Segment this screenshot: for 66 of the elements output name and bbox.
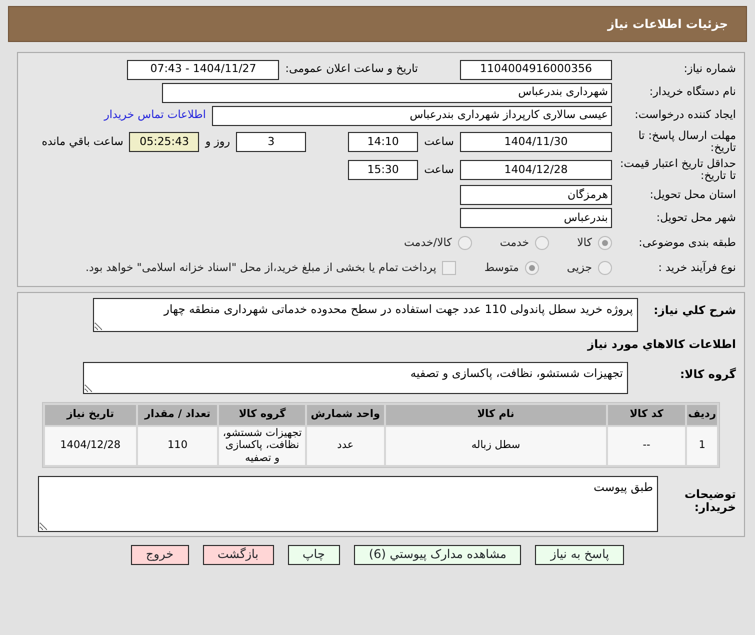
section-title: اطلاعات کالاهاي مورد نياز <box>586 336 736 354</box>
table-cell: تجهیزات شستشو، نظافت، پاکسازی و تصفیه <box>219 426 306 465</box>
option-label: متوسط <box>484 260 519 276</box>
field-label: شماره نیاز: <box>682 63 736 76</box>
contact-link[interactable]: اطلاعات تماس خریدار <box>104 107 206 124</box>
column-header: تعداد / مقدار <box>138 404 218 425</box>
action-button[interactable]: پاسخ به نیاز <box>535 544 624 565</box>
field-label: نوع فرآیند خرید : <box>657 262 736 274</box>
field-label: شهر محل تحویل: <box>655 212 736 224</box>
field-label: ساعت <box>424 162 454 178</box>
days-field[interactable]: 3 <box>236 132 306 152</box>
option-label: خدمت <box>500 234 530 251</box>
radio-button[interactable] <box>524 260 539 275</box>
field-label: گروه کالا: <box>679 366 736 382</box>
action-button[interactable]: مشاهده مدارک پیوستي (6) <box>354 544 522 565</box>
radio-button[interactable] <box>458 236 472 250</box>
radio-button[interactable] <box>598 236 612 250</box>
field-label: تاریخ و ساعت اعلان عمومی: <box>285 61 418 78</box>
column-header: تاریخ نیاز <box>45 404 136 425</box>
deadline-date-field[interactable]: 1404/11/30 <box>460 132 612 152</box>
field-label: ساعت باقي مانده <box>42 134 124 150</box>
table-cell: 1 <box>687 426 717 465</box>
validity-time-field[interactable]: 15:30 <box>348 160 418 180</box>
field-label: ساعت <box>424 134 454 150</box>
description-field[interactable]: پروژه خرید سطل پاندولی 110 عدد جهت استفاده در سطح محدوده خدماتی شهرداری منطقه چهار <box>93 298 638 332</box>
payment-note: پرداخت تمام یا بخشی از مبلغ خرید،از محل "اسناد خزانه اسلامی" خواهد بود. <box>86 260 436 276</box>
field-label: شرح کلي نياز: <box>652 302 736 318</box>
column-header: نام کالا <box>386 404 606 425</box>
deadline-time-field[interactable]: 14:10 <box>348 132 418 152</box>
field-label: نام دستگاه خریدار: <box>648 86 736 99</box>
table-cell: سطل زباله <box>386 426 606 465</box>
option-label: کالا/خدمت <box>404 234 452 251</box>
table-cell: 110 <box>138 426 218 465</box>
option-label: جزیی <box>566 260 592 276</box>
action-button[interactable]: بازگشت <box>202 544 274 565</box>
requester-field[interactable]: عیسی سالاری کارپرداز شهرداری بندرعباس <box>212 106 612 126</box>
validity-date-field[interactable]: 1404/12/28 <box>460 160 612 180</box>
column-header: ردیف <box>687 404 717 425</box>
column-header: واحد شمارش <box>307 404 384 425</box>
field-label: ایجاد کننده درخواست: <box>634 109 736 122</box>
table-cell: 1404/12/28 <box>45 426 136 465</box>
radio-button[interactable] <box>598 260 612 275</box>
remaining-time-field[interactable]: 05:25:43 <box>129 132 200 152</box>
announce-date-field[interactable]: 1404/11/27 - 07:43 <box>127 60 280 80</box>
buyer-notes-field[interactable]: طبق پیوست <box>38 476 658 532</box>
column-header: کد کالا <box>608 404 686 425</box>
page-title: جزئیات اطلاعات نیاز <box>607 16 728 33</box>
field-label: طبقه بندی موضوعی: <box>638 236 736 249</box>
column-header: گروه کالا <box>219 404 306 425</box>
field-label: حداقل تاریخ اعتبار قیمت: تا تاریخ: <box>619 158 736 182</box>
option-label: کالا <box>577 234 592 251</box>
checkbox[interactable] <box>442 260 456 275</box>
field-label: توضیحات خریدار: <box>684 486 736 516</box>
table-cell: -- <box>608 426 686 465</box>
province-field[interactable]: هرمزگان <box>460 184 612 205</box>
action-button[interactable]: خروج <box>130 544 188 565</box>
table-cell: عدد <box>307 426 384 465</box>
goods-group-field[interactable]: تجهیزات شستشو، نظافت، پاکسازی و تصفیه <box>83 362 628 394</box>
action-button[interactable]: چاپ <box>288 544 340 565</box>
radio-button[interactable] <box>535 236 550 250</box>
field-label: روز و <box>205 134 230 150</box>
field-label: مهلت ارسال پاسخ: تا تاریخ: <box>637 130 736 154</box>
need-number-field[interactable]: 1104004916000356 <box>460 60 612 80</box>
city-field[interactable]: بندرعباس <box>460 208 612 228</box>
buyer-name-field[interactable]: شهرداری بندرعباس <box>162 82 612 102</box>
field-label: استان محل تحویل: <box>648 188 736 201</box>
